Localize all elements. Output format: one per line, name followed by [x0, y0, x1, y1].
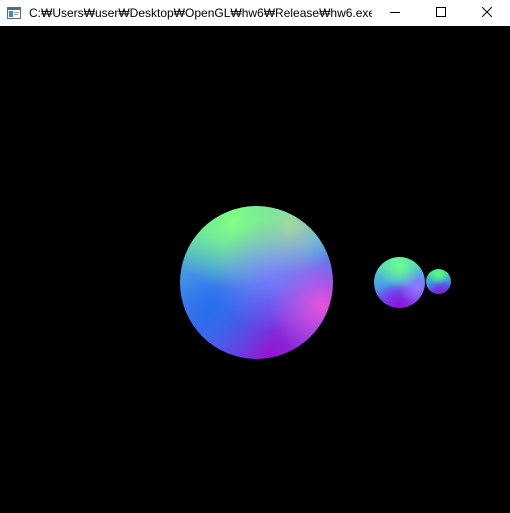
- minimize-icon: [390, 6, 400, 20]
- medium-sphere: [374, 257, 425, 308]
- opengl-canvas[interactable]: [0, 26, 510, 513]
- maximize-button[interactable]: [418, 0, 464, 26]
- window-controls: [372, 0, 510, 26]
- application-window: C:₩Users₩user₩Desktop₩OpenGL₩hw6₩Release…: [0, 0, 510, 513]
- minimize-button[interactable]: [372, 0, 418, 26]
- maximize-icon: [436, 6, 446, 20]
- close-icon: [481, 6, 493, 20]
- console-app-icon: [7, 7, 21, 19]
- large-sphere: [180, 206, 333, 359]
- small-sphere: [426, 269, 451, 294]
- close-button[interactable]: [464, 0, 510, 26]
- title-bar[interactable]: C:₩Users₩user₩Desktop₩OpenGL₩hw6₩Release…: [0, 0, 510, 26]
- window-title: C:₩Users₩user₩Desktop₩OpenGL₩hw6₩Release…: [29, 6, 372, 20]
